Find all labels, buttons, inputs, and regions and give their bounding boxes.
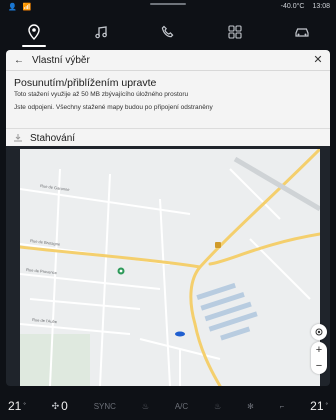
passenger-temp-value: 21 (310, 399, 324, 413)
fan-mode-button[interactable]: ✻ (247, 402, 254, 411)
nav-music[interactable] (81, 17, 121, 47)
driver-temperature[interactable]: 21 ° (8, 399, 26, 413)
seat-heater-icon: ♨ (141, 401, 149, 411)
car-icon (295, 28, 309, 37)
apps-icon (228, 25, 242, 39)
map-controls: + − (310, 324, 328, 374)
downloads-button[interactable]: Stahování (6, 128, 330, 147)
map-download-panel: ← Vlastní výběr ✕ Posunutím/přiblížením … (6, 50, 330, 386)
download-icon (14, 134, 22, 142)
custom-selection-dialog: ← Vlastní výběr ✕ Posunutím/přiblížením … (6, 50, 330, 146)
signal-icon: 📶 (22, 4, 32, 11)
recenter-button[interactable] (311, 324, 327, 340)
ac-button[interactable]: A/C (175, 402, 188, 411)
back-arrow-icon[interactable]: ← (14, 55, 24, 66)
passenger-temperature[interactable]: 21 ° (310, 399, 328, 413)
map-canvas: Rue de Garonne Rue de Bretagne Rue de Pr… (20, 149, 320, 386)
seat-heater-icon: ♨ (214, 401, 222, 411)
dialog-title: Vlastní výběr (32, 54, 90, 66)
map-view[interactable]: Rue de Garonne Rue de Bretagne Rue de Pr… (20, 149, 320, 386)
nav-car[interactable] (282, 17, 322, 47)
driver-temp-value: 21 (8, 399, 22, 413)
nav-apps[interactable] (215, 17, 255, 47)
disconnected-warning: Jste odpojeni. Všechny stažené mapy budo… (14, 104, 213, 111)
seat-icon: ⌐ (279, 401, 285, 411)
sync-label: SYNC (93, 401, 116, 411)
fan-mode-icon: ✻ (247, 401, 254, 411)
downloads-label: Stahování (30, 132, 76, 144)
dialog-header: ← Vlastní výběr ✕ (6, 50, 330, 71)
sync-button[interactable]: SYNC (94, 402, 116, 411)
nav-navigation[interactable] (14, 17, 54, 47)
poi-marker[interactable] (117, 267, 125, 275)
seat-heating-left[interactable]: ♨ (142, 402, 149, 411)
storage-notice: Toto stažení využije až 50 MB zbývajícíh… (14, 91, 189, 98)
zoom-in-button[interactable]: + (311, 342, 327, 358)
current-location-marker (175, 331, 185, 337)
user-icon: 👤 (8, 4, 17, 11)
fan-icon: ✣ (51, 400, 60, 411)
poi-restaurant-icon[interactable] (215, 242, 221, 248)
clock: 13:08 (312, 3, 330, 10)
drag-handle[interactable] (150, 3, 186, 5)
close-icon[interactable]: ✕ (312, 54, 324, 66)
outside-temperature: -40.0°C (280, 3, 305, 10)
top-navigation (0, 14, 336, 50)
passenger-seat-button[interactable]: ⌐ (280, 402, 285, 411)
climate-bar: 21 ° ✣ 0 SYNC ♨ A/C ♨ ✻ ⌐ 21 ° (0, 392, 336, 420)
zoom-controls: + − (311, 342, 327, 374)
zoom-out-button[interactable]: − (311, 358, 327, 374)
phone-icon (161, 25, 174, 38)
music-icon (95, 26, 107, 39)
fan-speed[interactable]: ✣ 0 (52, 399, 68, 413)
fan-level: 0 (61, 399, 68, 413)
ac-label: A/C (174, 401, 189, 411)
navigation-icon (27, 24, 40, 40)
dialog-heading: Posunutím/přiblížením upravte (14, 77, 157, 89)
status-bar: 👤 📶 -40.0°C 13:08 (0, 0, 336, 14)
locate-icon (315, 328, 323, 336)
seat-heating-right[interactable]: ♨ (214, 402, 221, 411)
nav-phone[interactable] (148, 17, 188, 47)
